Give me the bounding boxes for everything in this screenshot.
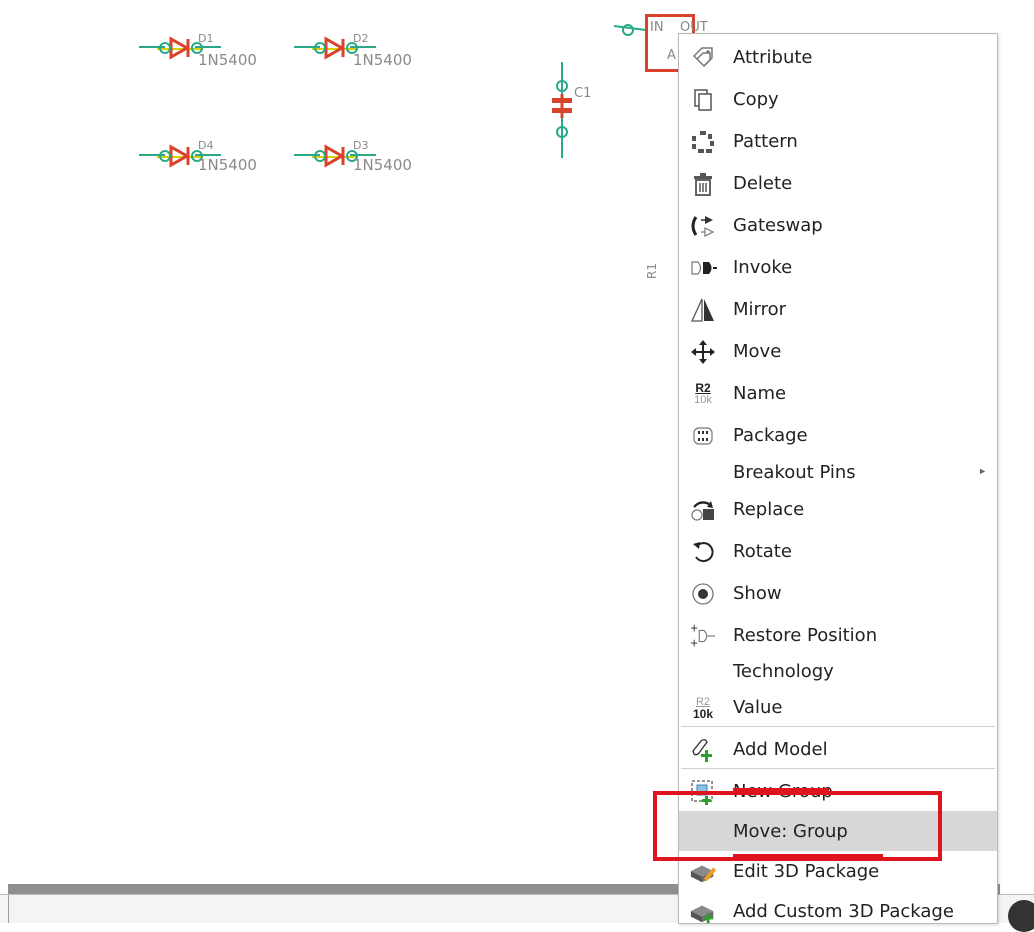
diode-d4-value: 1N5400 [198,156,257,174]
replace-icon [689,497,717,523]
package-icon [689,423,717,449]
copy-icon [689,87,717,113]
menu-item-replace-label: Replace [733,499,805,520]
menu-item-copy[interactable]: Copy [679,79,997,119]
chip-in-label: IN [650,20,664,35]
value-icon: R2 10k [689,695,717,721]
name-icon: R2 10k [689,381,717,407]
invoke-icon [689,255,717,281]
menu-item-pattern[interactable]: Pattern [679,121,997,161]
help-icon[interactable] [1008,900,1034,932]
menu-item-rotate[interactable]: Rotate [679,531,997,571]
diode-d4-ref: D4 [198,139,214,152]
menu-item-replace[interactable]: Replace [679,489,997,529]
mirror-icon [689,297,717,323]
diode-d3-value: 1N5400 [353,156,412,174]
menu-item-add-custom-3d-package-label: Add Custom 3D Package [733,901,954,922]
menu-item-technology[interactable]: Technology [679,651,997,691]
menu-item-value[interactable]: R2 10k Value [679,687,997,727]
menu-item-invoke-label: Invoke [733,257,793,278]
menu-separator [681,768,995,769]
menu-item-package[interactable]: Package [679,415,997,455]
svg-text:+: + [690,622,699,634]
menu-item-move[interactable]: Move [679,331,997,371]
annotation-highlight-box [653,791,942,861]
menu-item-restore-position[interactable]: + + Restore Position [679,615,997,655]
menu-item-gateswap-label: Gateswap [733,215,823,236]
menu-item-invoke[interactable]: Invoke [679,247,997,287]
capacitor-c1[interactable] [548,58,578,162]
menu-item-breakout-pins-label: Breakout Pins [733,462,856,483]
trash-icon [689,171,717,197]
value-icon-bottom: 10k [692,707,714,721]
menu-item-technology-label: Technology [733,661,834,682]
menu-item-edit-3d-package-label: Edit 3D Package [733,861,880,882]
capacitor-c1-ref: C1 [574,86,592,101]
diode-d2-value: 1N5400 [353,51,412,69]
menu-item-restore-position-label: Restore Position [733,625,878,646]
menu-item-add-model-label: Add Model [733,739,828,760]
chip-adj-label: A [667,48,676,63]
menu-item-mirror-label: Mirror [733,299,787,320]
menu-item-gateswap[interactable]: Gateswap [679,205,997,245]
menu-item-delete[interactable]: Delete [679,163,997,203]
gateswap-icon [689,213,717,239]
regulator-pins [613,24,647,36]
diode-d3-ref: D3 [353,139,369,152]
resistor-r1-ref: R1 [644,263,659,279]
bottom-panel-separator [8,895,9,923]
restore-position-icon: + + [689,622,717,649]
menu-item-move-label: Move [733,341,782,362]
add-custom-3d-package-icon [689,899,717,925]
menu-item-attribute-label: Attribute [733,47,813,68]
menu-separator [681,726,995,727]
menu-item-name[interactable]: R2 10k Name [679,373,997,413]
move-icon [689,339,717,365]
diode-d1-value: 1N5400 [198,51,257,69]
rotate-icon [689,539,717,565]
eye-icon [689,581,717,607]
menu-item-copy-label: Copy [733,89,779,110]
menu-item-show-label: Show [733,583,782,604]
menu-item-name-label: Name [733,383,787,404]
name-icon-top: R2 [695,381,711,395]
submenu-arrow-icon: ► [978,466,987,476]
add-model-icon [689,737,717,763]
diode-d1-ref: D1 [198,32,214,45]
menu-item-add-custom-3d-package[interactable]: Add Custom 3D Package [679,891,997,931]
menu-item-add-model[interactable]: Add Model [679,729,997,769]
menu-item-package-label: Package [733,425,808,446]
menu-item-rotate-label: Rotate [733,541,792,562]
menu-item-pattern-label: Pattern [733,131,798,152]
menu-item-mirror[interactable]: Mirror [679,289,997,329]
pattern-icon [689,129,717,155]
menu-item-value-label: Value [733,697,783,718]
tag-icon [689,45,717,71]
edit-3d-package-icon [689,859,717,885]
menu-item-delete-label: Delete [733,173,793,194]
menu-item-breakout-pins[interactable]: Breakout Pins ► [679,452,997,492]
svg-text:+: + [690,637,699,649]
menu-item-show[interactable]: Show [679,573,997,613]
diode-d2-ref: D2 [353,32,369,45]
menu-item-attribute[interactable]: Attribute [679,37,997,77]
name-icon-bottom: 10k [694,394,712,406]
